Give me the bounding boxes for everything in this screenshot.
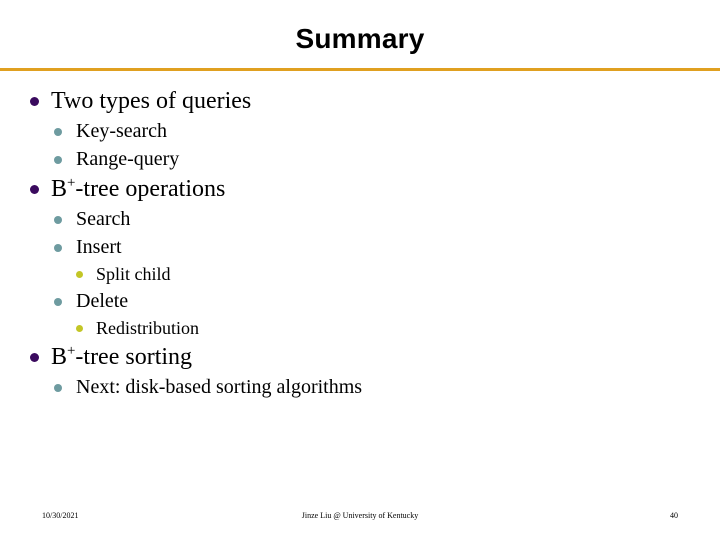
outline-item-label: B+-tree operations [51,174,225,204]
outline-item-label: Key-search [76,120,168,142]
bullet-level3-icon [76,271,83,278]
bullet-level2-icon [54,216,62,224]
outline-item-level2: Key-search [0,118,720,144]
bullet-level2-icon [54,128,62,136]
slide-body-outline: Two types of queries Key-search Range-qu… [0,84,720,401]
footer-page-number: 40 [670,511,678,520]
bullet-level2-icon [54,298,62,306]
slide-footer: 10/30/2021 Jinze Liu @ University of Ken… [0,500,720,540]
outline-item-label: Delete [76,290,129,312]
page-title: Summary [295,23,425,54]
outline-item-level2: Insert [0,234,720,260]
outline-item-label: Next: disk-based sorting algorithms [76,376,363,398]
bullet-level3-icon [76,325,83,332]
footer-attribution: Jinze Liu @ University of Kentucky [301,511,419,520]
outline-item-level1: B+-tree sorting [0,342,720,372]
bullet-level1-icon [30,185,39,194]
bullet-level2-icon [54,384,62,392]
bullet-level1-icon [30,353,39,362]
outline-item-label-base: B [51,344,68,370]
outline-item-label: Insert [76,236,122,258]
outline-item-level2: Next: disk-based sorting algorithms [0,374,720,400]
outline-item-label: B+-tree sorting [51,342,192,372]
outline-item-level2: Range-query [0,146,720,172]
outline-item-level1: Two types of queries [0,86,720,116]
outline-item-label: Split child [96,264,171,284]
outline-item-label: Range-query [76,148,180,170]
slide: Summary Two types of queries Key-search … [0,0,720,540]
bullet-level1-icon [30,97,39,106]
title-area: Summary [0,22,720,56]
outline-item-level1: B+-tree operations [0,174,720,204]
title-divider-rule [0,68,720,71]
outline-item-label: Search [76,208,131,230]
outline-item-level2: Search [0,206,720,232]
outline-item-level3: Split child [0,262,720,286]
outline-item-label-rest: -tree operations [75,176,226,202]
outline-item-label-rest: -tree sorting [75,344,193,370]
outline-item-level2: Delete [0,288,720,314]
bullet-level2-icon [54,244,62,252]
bullet-level2-icon [54,156,62,164]
outline-item-level3: Redistribution [0,316,720,340]
outline-item-label: Two types of queries [51,88,252,114]
outline-item-label: Redistribution [96,318,199,338]
outline-item-label-base: B [51,176,68,202]
